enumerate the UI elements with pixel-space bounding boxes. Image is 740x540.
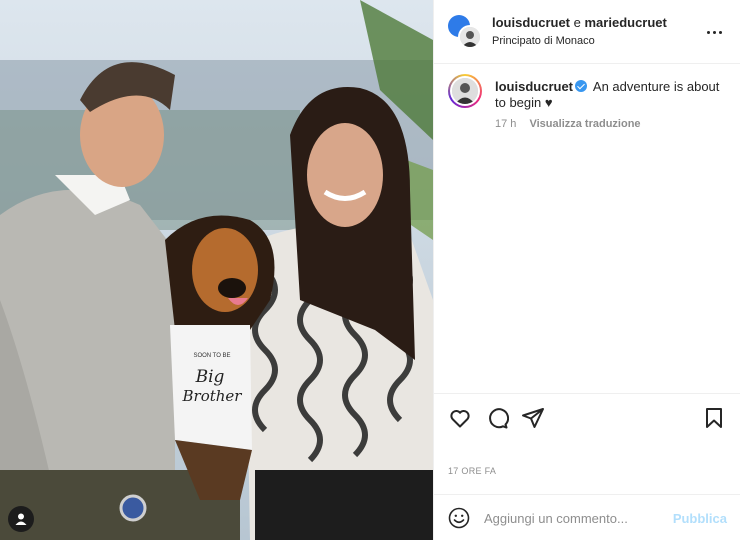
instagram-post: SOON TO BE Big Brother louisducruet e ma… [0, 0, 740, 540]
action-bar [434, 393, 740, 441]
user-tags-button[interactable] [8, 506, 34, 532]
collab-avatars[interactable] [448, 15, 482, 49]
bandana-text-small: SOON TO BE [193, 353, 230, 359]
caption-username[interactable]: louisducruet [495, 79, 573, 94]
post-date[interactable]: 17 ORE FA [448, 466, 496, 476]
verified-badge-icon [575, 80, 588, 92]
username-link[interactable]: louisducruet [492, 15, 570, 30]
paper-plane-icon [522, 408, 544, 428]
post-photo[interactable]: SOON TO BE Big Brother [0, 0, 433, 540]
couple-with-dog-image: SOON TO BE Big Brother [0, 0, 433, 540]
username-link[interactable]: marieducruet [585, 15, 667, 30]
bandana-text-brother: Brother [182, 387, 243, 405]
comment-icon [489, 408, 510, 429]
heart-icon [450, 410, 470, 428]
avatar[interactable] [448, 74, 482, 108]
profile-photo [452, 78, 478, 104]
bandana-text-big: Big [195, 367, 225, 387]
comment-button[interactable] [485, 406, 510, 430]
post-sidebar: louisducruet e marieducruet Principato d… [433, 0, 740, 540]
translate-link[interactable]: Visualizza traduzione [529, 118, 640, 130]
like-button[interactable] [448, 406, 472, 430]
comment-input[interactable] [484, 507, 664, 529]
bookmark-icon [706, 408, 722, 428]
emoji-button[interactable] [448, 507, 470, 529]
timestamp: 17 h [495, 118, 517, 130]
post-header: louisducruet e marieducruet Principato d… [434, 0, 740, 64]
profile-photo [460, 27, 480, 47]
publish-button[interactable]: Pubblica [673, 511, 727, 526]
share-button[interactable] [521, 406, 545, 430]
person-icon [15, 513, 27, 525]
comment-bar: Pubblica [434, 494, 740, 540]
avatar [458, 25, 482, 49]
smiley-icon [448, 507, 470, 529]
collab-usernames: louisducruet e marieducruet [492, 15, 667, 30]
save-button[interactable] [702, 406, 726, 430]
caption-text-block: louisducruet An adventure is about to be… [495, 79, 727, 111]
more-horizontal-icon[interactable] [704, 22, 724, 42]
caption-meta: 17 h Visualizza traduzione [495, 118, 641, 130]
conjunction-text: e [573, 15, 581, 30]
location-link[interactable]: Principato di Monaco [492, 35, 595, 47]
